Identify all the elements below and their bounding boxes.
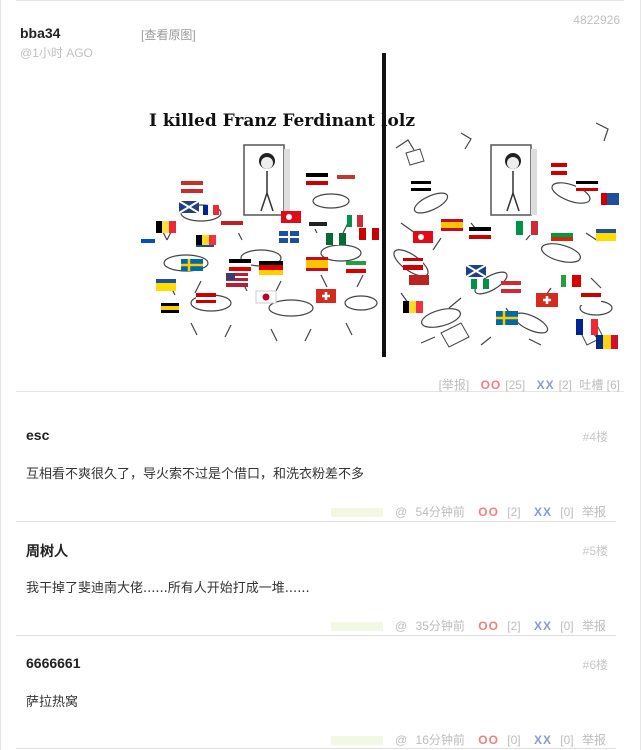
- xx-label: XX: [536, 378, 555, 392]
- xx-count: [0]: [560, 619, 574, 633]
- xx-label: XX: [533, 619, 552, 633]
- post-oo-vote[interactable]: OO [25]: [477, 378, 526, 392]
- tucao-link[interactable]: 吐槽 [6]: [579, 378, 620, 392]
- comment-placeholder-block: [330, 508, 383, 518]
- post-report-link[interactable]: [举报]: [439, 378, 470, 392]
- comic-illustration: I killed Franz Ferdinant lolz: [141, 53, 619, 357]
- comment-floor[interactable]: #4楼: [583, 428, 608, 445]
- oo-count: [2]: [507, 619, 521, 633]
- comment-xx-vote[interactable]: XX [0]: [529, 733, 574, 747]
- xx-count: [2]: [558, 378, 572, 392]
- comment-report-link[interactable]: 举报: [582, 619, 606, 633]
- post-id[interactable]: 4822926: [573, 13, 620, 27]
- xx-count: [0]: [560, 733, 574, 747]
- comment-text: 我干掉了斐迪南大佬......所有人开始打成一堆......: [26, 581, 310, 596]
- post-author[interactable]: bba34: [20, 25, 60, 41]
- comment-floor[interactable]: #5楼: [583, 542, 608, 559]
- view-original-link[interactable]: [查看原图]: [141, 26, 196, 43]
- comment-author[interactable]: esc: [26, 427, 49, 443]
- xx-label: XX: [533, 733, 552, 747]
- comic-image[interactable]: I killed Franz Ferdinant lolz: [141, 53, 621, 357]
- xx-count: [0]: [560, 505, 574, 519]
- comment-author[interactable]: 6666661: [26, 655, 81, 671]
- oo-label: OO: [480, 378, 502, 392]
- comment-oo-vote[interactable]: OO [2]: [473, 505, 520, 519]
- oo-count: [2]: [507, 505, 521, 519]
- oo-count: [25]: [505, 378, 526, 392]
- comment-item: 周树人 #5楼 我干掉了斐迪南大佬......所有人开始打成一堆...... @…: [16, 521, 616, 636]
- comment-report-link[interactable]: 举报: [582, 505, 606, 519]
- comment-oo-vote[interactable]: OO [2]: [473, 619, 520, 633]
- comment-at: @: [395, 619, 408, 633]
- post-time: @1小时 AGO: [20, 46, 93, 60]
- comment-time: 16分钟前: [415, 733, 465, 747]
- comment-item: esc #4楼 互相看不爽很久了，导火索不过是个借口，和洗衣粉差不多 @ 54分…: [16, 407, 616, 522]
- comment-time: 35分钟前: [415, 619, 465, 633]
- comment-item: 6666661 #6楼 萨拉热窝 @ 16分钟前 OO [0] XX [0] 举…: [16, 635, 616, 749]
- comment-xx-vote[interactable]: XX [0]: [529, 619, 574, 633]
- comment-actions: @ 35分钟前 OO [2] XX [0] 举报: [326, 617, 606, 634]
- xx-label: XX: [533, 505, 552, 519]
- comment-author[interactable]: 周树人: [26, 541, 68, 561]
- comment-time: 54分钟前: [415, 505, 465, 519]
- comment-placeholder-block: [330, 622, 383, 632]
- comment-at: @: [395, 733, 408, 747]
- post-xx-vote[interactable]: XX [2]: [533, 378, 572, 392]
- comic-caption: I killed Franz Ferdinant lolz: [149, 111, 415, 131]
- comment-text: 互相看不爽很久了，导火索不过是个借口，和洗衣粉差不多: [26, 467, 365, 482]
- left-doorway: [243, 144, 290, 216]
- oo-label: OO: [478, 505, 499, 519]
- right-doorway: [490, 144, 537, 216]
- comment-text: 萨拉热窝: [26, 695, 79, 710]
- comment-actions: @ 54分钟前 OO [2] XX [0] 举报: [326, 503, 606, 520]
- comment-xx-vote[interactable]: XX [0]: [529, 505, 574, 519]
- comment-placeholder-block: [330, 736, 383, 746]
- comment-actions: @ 16分钟前 OO [0] XX [0] 举报: [326, 731, 606, 748]
- comment-report-link[interactable]: 举报: [582, 733, 606, 747]
- oo-count: [0]: [507, 733, 521, 747]
- post: bba34 @1小时 AGO [查看原图] 4822926 I killed F…: [16, 0, 624, 392]
- post-actions: [举报] OO [25] XX [2] 吐槽 [6]: [435, 376, 620, 393]
- comment-oo-vote[interactable]: OO [0]: [473, 733, 520, 747]
- comment-floor[interactable]: #6楼: [583, 656, 608, 673]
- comment-at: @: [395, 505, 408, 519]
- oo-label: OO: [478, 619, 499, 633]
- oo-label: OO: [478, 733, 499, 747]
